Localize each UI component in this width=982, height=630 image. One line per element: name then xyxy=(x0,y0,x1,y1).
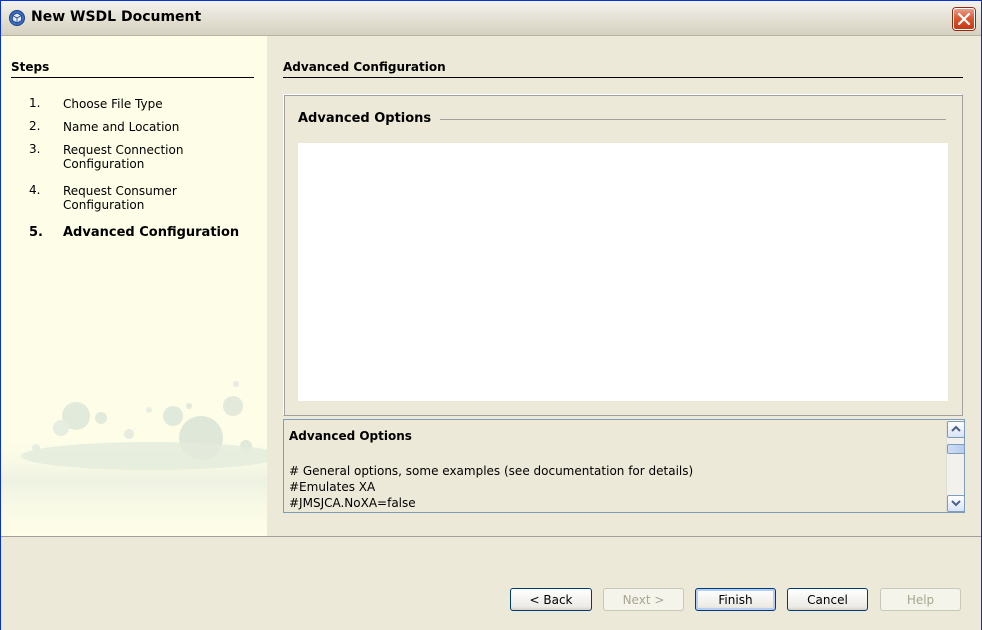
content-panel: Advanced Configuration Advanced Options … xyxy=(267,36,981,536)
wizard-window: New WSDL Document Steps 1. Choose File T… xyxy=(0,0,982,630)
description-line: # General options, some examples (see do… xyxy=(289,464,694,478)
cancel-button[interactable]: Cancel xyxy=(787,588,868,611)
close-icon xyxy=(957,12,971,26)
description-title: Advanced Options xyxy=(289,429,412,443)
step-label: Advanced Configuration xyxy=(63,225,240,240)
section-title: Advanced Configuration xyxy=(283,60,446,74)
step-number: 4. xyxy=(29,183,41,197)
advanced-options-group: Advanced Options xyxy=(283,94,963,416)
step-number: 1. xyxy=(29,96,41,110)
window-title: New WSDL Document xyxy=(31,9,202,25)
button-bar xyxy=(1,536,981,630)
description-panel: Advanced Options # General options, some… xyxy=(283,419,965,513)
title-bar[interactable]: New WSDL Document xyxy=(1,1,981,36)
scroll-down-button[interactable] xyxy=(947,495,965,512)
finish-button[interactable]: Finish xyxy=(695,588,776,611)
step-number: 2. xyxy=(29,119,41,133)
steps-title: Steps xyxy=(11,60,50,74)
steps-divider xyxy=(11,77,254,78)
back-button[interactable]: < Back xyxy=(510,588,592,611)
group-title-rule xyxy=(440,119,946,120)
step-number: 5. xyxy=(29,225,43,240)
decorative-bubbles-image xyxy=(1,381,267,536)
steps-panel: Steps 1. Choose File Type 2. Name and Lo… xyxy=(1,36,267,536)
chevron-down-icon xyxy=(951,500,961,507)
step-label: Name and Location xyxy=(63,120,180,134)
netbeans-cube-icon xyxy=(9,10,25,26)
help-button[interactable]: Help xyxy=(880,588,961,611)
description-scrollbar[interactable] xyxy=(946,420,965,512)
chevron-up-icon xyxy=(951,425,961,432)
step-number: 3. xyxy=(29,142,41,156)
description-line: #JMSJCA.NoXA=false xyxy=(289,496,416,510)
step-label: Request Connection Configuration xyxy=(63,143,184,171)
description-line: #Emulates XA xyxy=(289,480,376,494)
step-label: Choose File Type xyxy=(63,97,163,111)
next-button[interactable]: Next > xyxy=(603,588,684,611)
advanced-options-property-sheet[interactable] xyxy=(298,143,948,401)
scroll-up-button[interactable] xyxy=(947,421,965,438)
section-divider xyxy=(283,77,963,78)
close-button[interactable] xyxy=(953,8,975,30)
scroll-thumb[interactable] xyxy=(947,444,965,454)
step-label: Request Consumer Configuration xyxy=(63,184,177,212)
group-title: Advanced Options xyxy=(298,111,440,126)
